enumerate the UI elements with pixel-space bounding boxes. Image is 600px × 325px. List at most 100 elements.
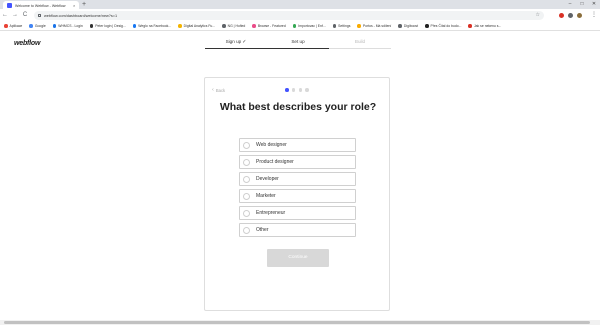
bookmarks-bar: Aplikace Google WHMCS - Login Peter login |… [0,22,600,31]
new-tab-button[interactable]: + [82,1,86,8]
bookmark-label: Peter login | Desig... [95,24,126,28]
close-window-button[interactable]: ✕ [588,0,600,9]
role-card: ‹ Back What best describes your role? We… [204,77,390,311]
bookmark-favicon-icon [4,24,8,28]
bookmark-item[interactable]: NG | Hofied [222,24,245,28]
radio-button[interactable] [243,192,250,200]
extension-icon[interactable] [568,13,573,18]
address-bar[interactable]: webflow.com/dashboard/welcome/new?s=1 ☆ [34,11,544,20]
bookmark-favicon-icon [252,24,256,28]
bookmark-label: Digital Analytics Fu... [183,24,216,28]
bookmark-item[interactable]: Jak se nekenu s... [468,24,501,28]
radio-button[interactable] [243,175,250,183]
role-option-marketer[interactable]: Marketer [239,189,356,203]
role-option-label: Developer [256,176,279,182]
bookmark-favicon-icon [29,24,33,28]
page-title: What best describes your role? [219,101,377,113]
browser-toolbar: ← → C webflow.com/dashboard/welcome/new?… [0,9,600,22]
bookmark-label: Portos - Má sdílení [362,24,392,28]
bookmark-label: WHMCS - Login [58,24,83,28]
radio-button[interactable] [243,158,250,166]
step-label: Sign up [225,39,242,44]
window-controls: – □ ✕ [564,0,600,9]
role-option-label: Other [256,227,269,233]
minimize-button[interactable]: – [564,0,576,9]
radio-button[interactable] [243,141,250,149]
progress-dot [285,88,289,92]
browser-menu-icon[interactable]: ⋮ [591,11,597,20]
progress-dot [291,88,296,92]
role-option-other[interactable]: Other [239,223,356,237]
tab-title: Welcome to Webflow - Webflow [15,3,66,8]
role-option-entrepreneur[interactable]: Entrepreneur [239,206,356,220]
bookmark-label: Weglo na Facebook... [138,24,172,28]
progress-dots [285,88,312,92]
bookmark-label: Přes Čítal do budo... [430,24,462,28]
continue-button[interactable]: Continue [267,249,329,267]
bookmark-label: Jak se nekenu s... [473,24,502,28]
bookmark-item[interactable]: Aplikace [4,24,22,28]
bookmark-favicon-icon [132,24,137,28]
bookmark-star-icon[interactable]: ☆ [536,12,540,18]
bookmark-label: NG | Hofied [227,24,246,28]
webflow-favicon-icon [7,3,12,8]
bookmark-item[interactable]: Settings [332,24,351,28]
step-set-up: Set up [267,37,329,49]
bookmark-label: Importovac | Enf... [298,24,326,28]
bookmark-item[interactable]: Portos - Má sdílení [357,24,391,28]
radio-button[interactable] [243,226,250,234]
lock-icon [38,14,41,17]
maximize-button[interactable]: □ [576,0,588,9]
bookmark-item[interactable]: Weglo na Facebook... [132,24,172,28]
bookmark-item[interactable]: Digital Analytics Fu... [178,24,215,28]
webflow-logo[interactable]: webflow [14,40,40,47]
bookmark-item[interactable]: WHMCS - Login [52,24,83,28]
bookmark-favicon-icon [357,24,361,28]
step-label: Build [354,39,366,44]
tab-close-icon[interactable]: × [73,3,75,8]
bookmark-item[interactable]: Digiboost [398,24,418,28]
bookmark-favicon-icon [398,24,402,28]
extension-icon[interactable] [559,13,564,18]
role-option-product-designer[interactable]: Product designer [239,155,356,169]
bookmark-item[interactable]: Browse - Featured [252,24,286,28]
bookmark-label: Settings [338,24,351,28]
tab-strip: Welcome to Webflow - Webflow × + – □ ✕ [0,0,600,10]
bookmark-favicon-icon [222,24,226,28]
scrollbar-thumb[interactable] [4,321,590,324]
bookmark-favicon-icon [89,24,94,28]
progress-dot [298,88,303,92]
chevron-left-icon: ‹ [212,87,214,93]
role-option-web-designer[interactable]: Web designer [239,138,356,152]
step-sign-up: Sign up✓ [205,37,267,49]
bookmark-item[interactable]: Importovac | Enf... [292,24,326,28]
radio-button[interactable] [243,209,250,217]
role-option-label: Web designer [256,142,287,148]
bookmark-item[interactable]: Přes Čítal do budo... [425,24,461,28]
role-option-label: Product designer [256,159,294,165]
bookmark-label: Aplikace [9,24,23,28]
reload-icon[interactable]: C [20,9,30,22]
role-option-developer[interactable]: Developer [239,172,356,186]
bookmark-item[interactable]: Peter login | Desig... [89,24,126,28]
progress-dot [305,88,309,92]
role-option-label: Marketer [256,193,276,199]
bookmark-label: Browse - Featured [257,24,286,28]
bookmark-favicon-icon [425,24,429,28]
horizontal-scrollbar[interactable] [0,320,600,325]
back-button[interactable]: ‹ Back [212,87,225,93]
bookmark-item[interactable]: Google [29,24,46,28]
bookmark-label: Digiboost [403,24,419,28]
bookmark-favicon-icon [178,24,182,28]
back-label: Back [215,87,226,93]
role-option-label: Entrepreneur [256,210,286,216]
url-text[interactable]: webflow.com/dashboard/welcome/new?s=1 [44,14,117,18]
back-arrow-icon[interactable]: ← [0,9,10,22]
bookmark-favicon-icon [52,24,57,28]
step-label: Set up [291,39,305,44]
profile-avatar[interactable] [577,13,582,18]
webflow-page: webflow Sign up✓ Set up Build ‹ Back What … [0,31,600,320]
step-build: Build [329,37,391,49]
bookmark-favicon-icon [468,24,472,28]
forward-arrow-icon[interactable]: → [10,9,20,22]
